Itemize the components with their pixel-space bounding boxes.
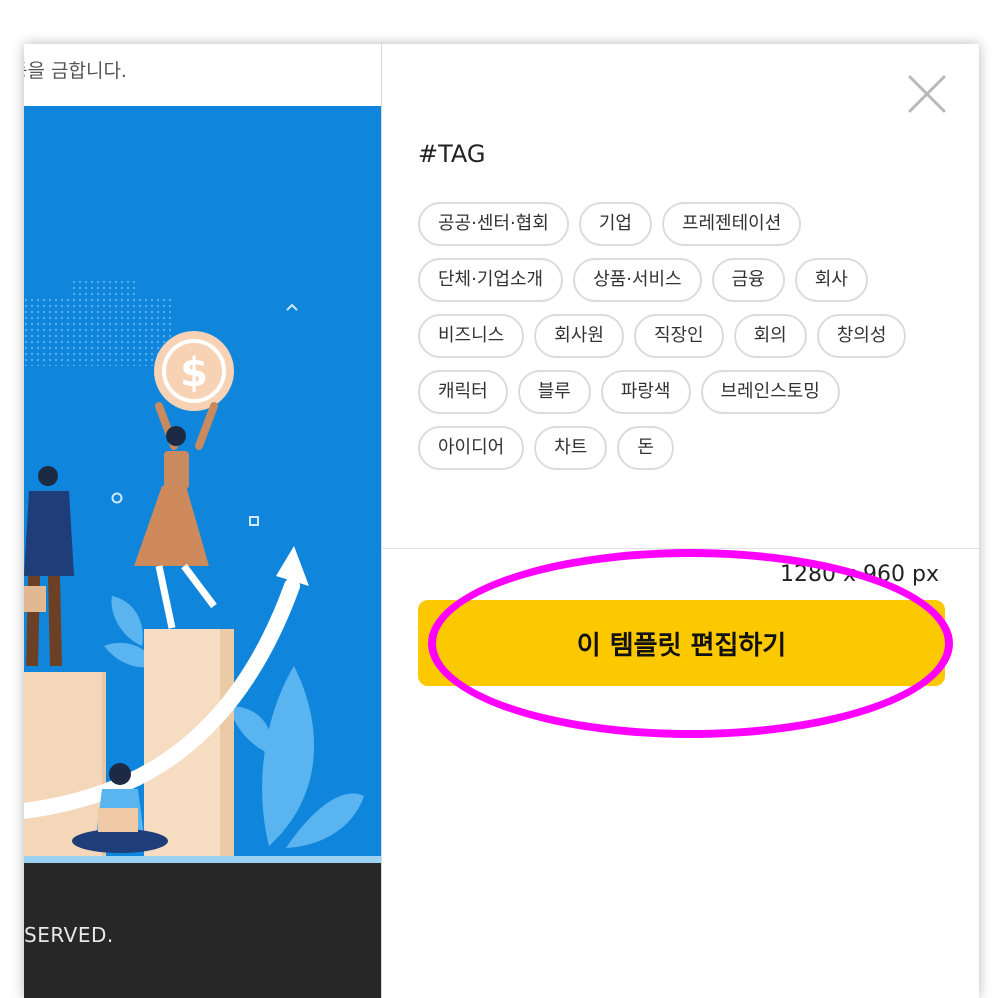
footer-copyright: SERVED. bbox=[24, 923, 114, 947]
template-info-panel: #TAG 공공·센터·협회 기업 프레젠테이션 단체·기업소개 상품·서비스 금… bbox=[382, 44, 979, 998]
tag-chip[interactable]: 공공·센터·협회 bbox=[418, 202, 569, 246]
copyright-notice: 등을 금합니다. bbox=[24, 60, 127, 82]
tag-chip[interactable]: 회사 bbox=[794, 258, 868, 302]
tag-heading: #TAG bbox=[418, 140, 486, 168]
preview-footer: SERVED. bbox=[24, 863, 381, 998]
tag-chip[interactable]: 비즈니스 bbox=[418, 314, 525, 358]
tag-chip[interactable]: 파랑색 bbox=[600, 370, 691, 414]
close-icon bbox=[908, 75, 946, 113]
tag-chip[interactable]: 회의 bbox=[733, 314, 807, 358]
tag-chip[interactable]: 금융 bbox=[711, 258, 785, 302]
tag-chip[interactable]: 기업 bbox=[578, 202, 652, 246]
edit-template-button[interactable]: 이 템플릿 편집하기 bbox=[418, 600, 945, 686]
tag-chip[interactable]: 차트 bbox=[534, 426, 608, 470]
tag-chip[interactable]: 캐릭터 bbox=[418, 370, 508, 414]
close-button[interactable] bbox=[907, 74, 947, 114]
template-preview-image: $ bbox=[24, 106, 381, 858]
tag-chip[interactable]: 단체·기업소개 bbox=[418, 258, 564, 302]
tag-list: 공공·센터·협회 기업 프레젠테이션 단체·기업소개 상품·서비스 금융 회사 … bbox=[418, 202, 938, 470]
svg-text:$: $ bbox=[180, 350, 208, 396]
tag-chip[interactable]: 돈 bbox=[617, 426, 674, 470]
tag-chip[interactable]: 직장인 bbox=[633, 314, 724, 358]
tag-chip[interactable]: 창의성 bbox=[816, 314, 907, 358]
business-growth-illustration: $ bbox=[24, 281, 364, 858]
section-divider bbox=[382, 548, 979, 549]
template-size: 1280 x 960 px bbox=[780, 562, 939, 587]
template-detail-modal: 등을 금합니다. bbox=[24, 44, 979, 998]
tag-chip[interactable]: 회사원 bbox=[534, 314, 624, 358]
preview-divider-strip bbox=[24, 856, 381, 863]
tag-chip[interactable]: 프레젠테이션 bbox=[661, 202, 802, 246]
tag-chip[interactable]: 아이디어 bbox=[418, 426, 525, 470]
template-preview-panel: 등을 금합니다. bbox=[24, 44, 381, 998]
tag-chip[interactable]: 블루 bbox=[517, 370, 591, 414]
tag-chip[interactable]: 상품·서비스 bbox=[573, 258, 702, 302]
tag-chip[interactable]: 브레인스토밍 bbox=[700, 370, 840, 414]
